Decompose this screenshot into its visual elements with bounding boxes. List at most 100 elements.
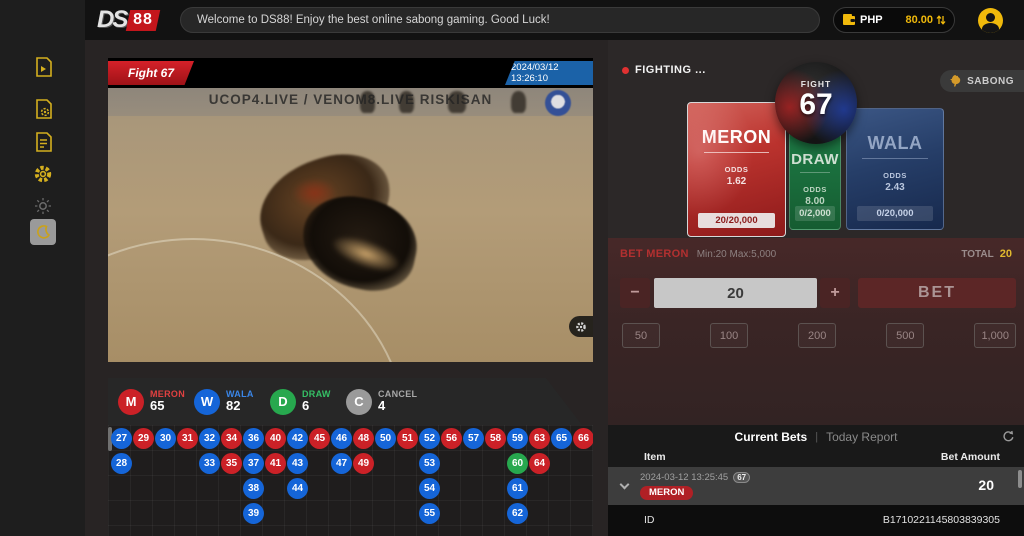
increase-amount-button[interactable]: + [820, 278, 850, 308]
dark-theme-moon-icon[interactable] [30, 219, 56, 245]
tab-separator: | [815, 431, 818, 443]
history-result-48: 48 [353, 428, 374, 449]
history-result-34: 34 [221, 428, 242, 449]
logo-88-block: 88 [126, 10, 160, 31]
history-result-55: 55 [419, 503, 440, 524]
bet-limits: Min:20 Max:5,000 [697, 249, 777, 260]
draw-card-title: DRAW [790, 151, 840, 168]
user-avatar-icon[interactable] [978, 8, 1003, 33]
history-result-28: 28 [111, 453, 132, 474]
history-result-60: 60 [507, 453, 528, 474]
cancel-count: 4 [378, 399, 417, 413]
tab-current-bets[interactable]: Current Bets [735, 430, 808, 444]
history-result-41: 41 [265, 453, 286, 474]
welcome-marquee: Welcome to DS88! Enjoy the best online s… [180, 7, 820, 33]
stat-meron: M MERON65 [118, 389, 194, 415]
history-grid: 2729303132343640424546485051525657585963… [108, 425, 593, 536]
rules-document-icon[interactable] [30, 129, 56, 155]
meron-odds-label: ODDS [688, 165, 785, 174]
bet-row-time: 2024-03-12 13:25:45 67 [640, 472, 750, 483]
logo-ds-text: DS [97, 6, 126, 34]
history-result-38: 38 [243, 478, 264, 499]
col-item: Item [644, 451, 666, 463]
fight-circle-number: 67 [775, 89, 857, 121]
current-bets-panel: Current Bets | Today Report Item Bet Amo… [608, 425, 1024, 536]
decrease-amount-button[interactable]: − [620, 278, 650, 308]
history-result-32: 32 [199, 428, 220, 449]
bets-tabs: Current Bets | Today Report [608, 425, 1024, 448]
fight-betting-panel: FIGHTING ... SABONG MERON ODDS 1.62 20/2… [608, 40, 1024, 425]
history-result-39: 39 [243, 503, 264, 524]
light-theme-sun-icon[interactable] [30, 193, 56, 219]
live-video-player[interactable]: Fight 67 2024/03/12 13:26:10 UCOP4.LIVE … [108, 58, 593, 362]
chevron-down-icon[interactable] [620, 480, 630, 490]
history-result-45: 45 [309, 428, 330, 449]
provider-badge[interactable]: SABONG [940, 70, 1024, 92]
history-result-40: 40 [265, 428, 286, 449]
stat-cancel: C CANCEL4 [346, 389, 422, 415]
bets-scrollbar[interactable] [1018, 470, 1022, 488]
bets-refresh-icon[interactable] [1002, 430, 1015, 448]
draw-pool-chip: 0/2,000 [795, 206, 835, 221]
history-result-35: 35 [221, 453, 242, 474]
history-result-33: 33 [199, 453, 220, 474]
wala-card-title: WALA [847, 133, 943, 154]
ds88-logo[interactable]: DS 88 [97, 5, 158, 35]
video-settings-gear-icon[interactable] [569, 316, 593, 337]
history-result-56: 56 [441, 428, 462, 449]
history-result-47: 47 [331, 453, 352, 474]
video-report-icon[interactable] [30, 54, 56, 80]
fight-status: FIGHTING ... [622, 64, 706, 76]
history-result-46: 46 [331, 428, 352, 449]
history-result-63: 63 [529, 428, 550, 449]
stat-draw: D DRAW6 [270, 389, 346, 415]
ds88-sabong-app: DS 88 Welcome to DS88! Enjoy the best on… [0, 0, 1024, 536]
meron-circle: M [118, 389, 144, 415]
balance-refresh-icon[interactable] [936, 14, 946, 26]
fight-number-circle: FIGHT 67 [775, 62, 857, 144]
settings-gear-icon[interactable] [30, 161, 56, 187]
place-bet-button[interactable]: BET [858, 278, 1016, 308]
quick-amount-row: 50 100 200 500 1,000 [622, 323, 1016, 348]
video-timestamp-badge: 2024/03/12 13:26:10 [505, 61, 593, 85]
quick-amount-100[interactable]: 100 [710, 323, 748, 348]
history-result-42: 42 [287, 428, 308, 449]
history-result-64: 64 [529, 453, 550, 474]
tab-today-report[interactable]: Today Report [826, 430, 897, 444]
history-result-43: 43 [287, 453, 308, 474]
bet-total-value: 20 [1000, 248, 1012, 260]
wala-bet-card[interactable]: WALA ODDS 2.43 0/20,000 [846, 108, 944, 230]
history-result-57: 57 [463, 428, 484, 449]
history-result-59: 59 [507, 428, 528, 449]
bet-record-icon[interactable] [30, 96, 56, 122]
history-result-51: 51 [397, 428, 418, 449]
history-result-62: 62 [507, 503, 528, 524]
bet-amount-input[interactable] [654, 278, 817, 308]
meron-bet-card[interactable]: MERON ODDS 1.62 20/20,000 [687, 102, 786, 237]
history-result-50: 50 [375, 428, 396, 449]
history-result-61: 61 [507, 478, 528, 499]
history-result-31: 31 [177, 428, 198, 449]
meron-count: 65 [150, 399, 185, 413]
wallet-balance[interactable]: PHP 80.00 [833, 7, 955, 33]
history-result-52: 52 [419, 428, 440, 449]
status-dot-icon [622, 67, 629, 74]
bet-info-row: BET MERON Min:20 Max:5,000 TOTAL 20 [620, 247, 1012, 261]
history-result-58: 58 [485, 428, 506, 449]
quick-amount-500[interactable]: 500 [886, 323, 924, 348]
wallet-currency: PHP [860, 14, 883, 26]
quick-amount-1000[interactable]: 1,000 [974, 323, 1016, 348]
bet-row[interactable]: 2024-03-12 13:25:45 67 MERON 20 [608, 467, 1024, 505]
history-result-44: 44 [287, 478, 308, 499]
history-result-30: 30 [155, 428, 176, 449]
quick-amount-50[interactable]: 50 [622, 323, 660, 348]
sidebar [0, 0, 85, 536]
quick-amount-200[interactable]: 200 [798, 323, 836, 348]
stat-wala: W WALA82 [194, 389, 270, 415]
bet-row-side-badge: MERON [640, 486, 693, 500]
provider-label: SABONG [967, 76, 1014, 87]
results-stats-bar: M MERON65 W WALA82 D DRAW6 C CANCEL4 [108, 378, 582, 425]
bet-side-label: BET MERON [620, 248, 689, 260]
history-result-53: 53 [419, 453, 440, 474]
bet-row-fight-badge: 67 [733, 472, 750, 483]
